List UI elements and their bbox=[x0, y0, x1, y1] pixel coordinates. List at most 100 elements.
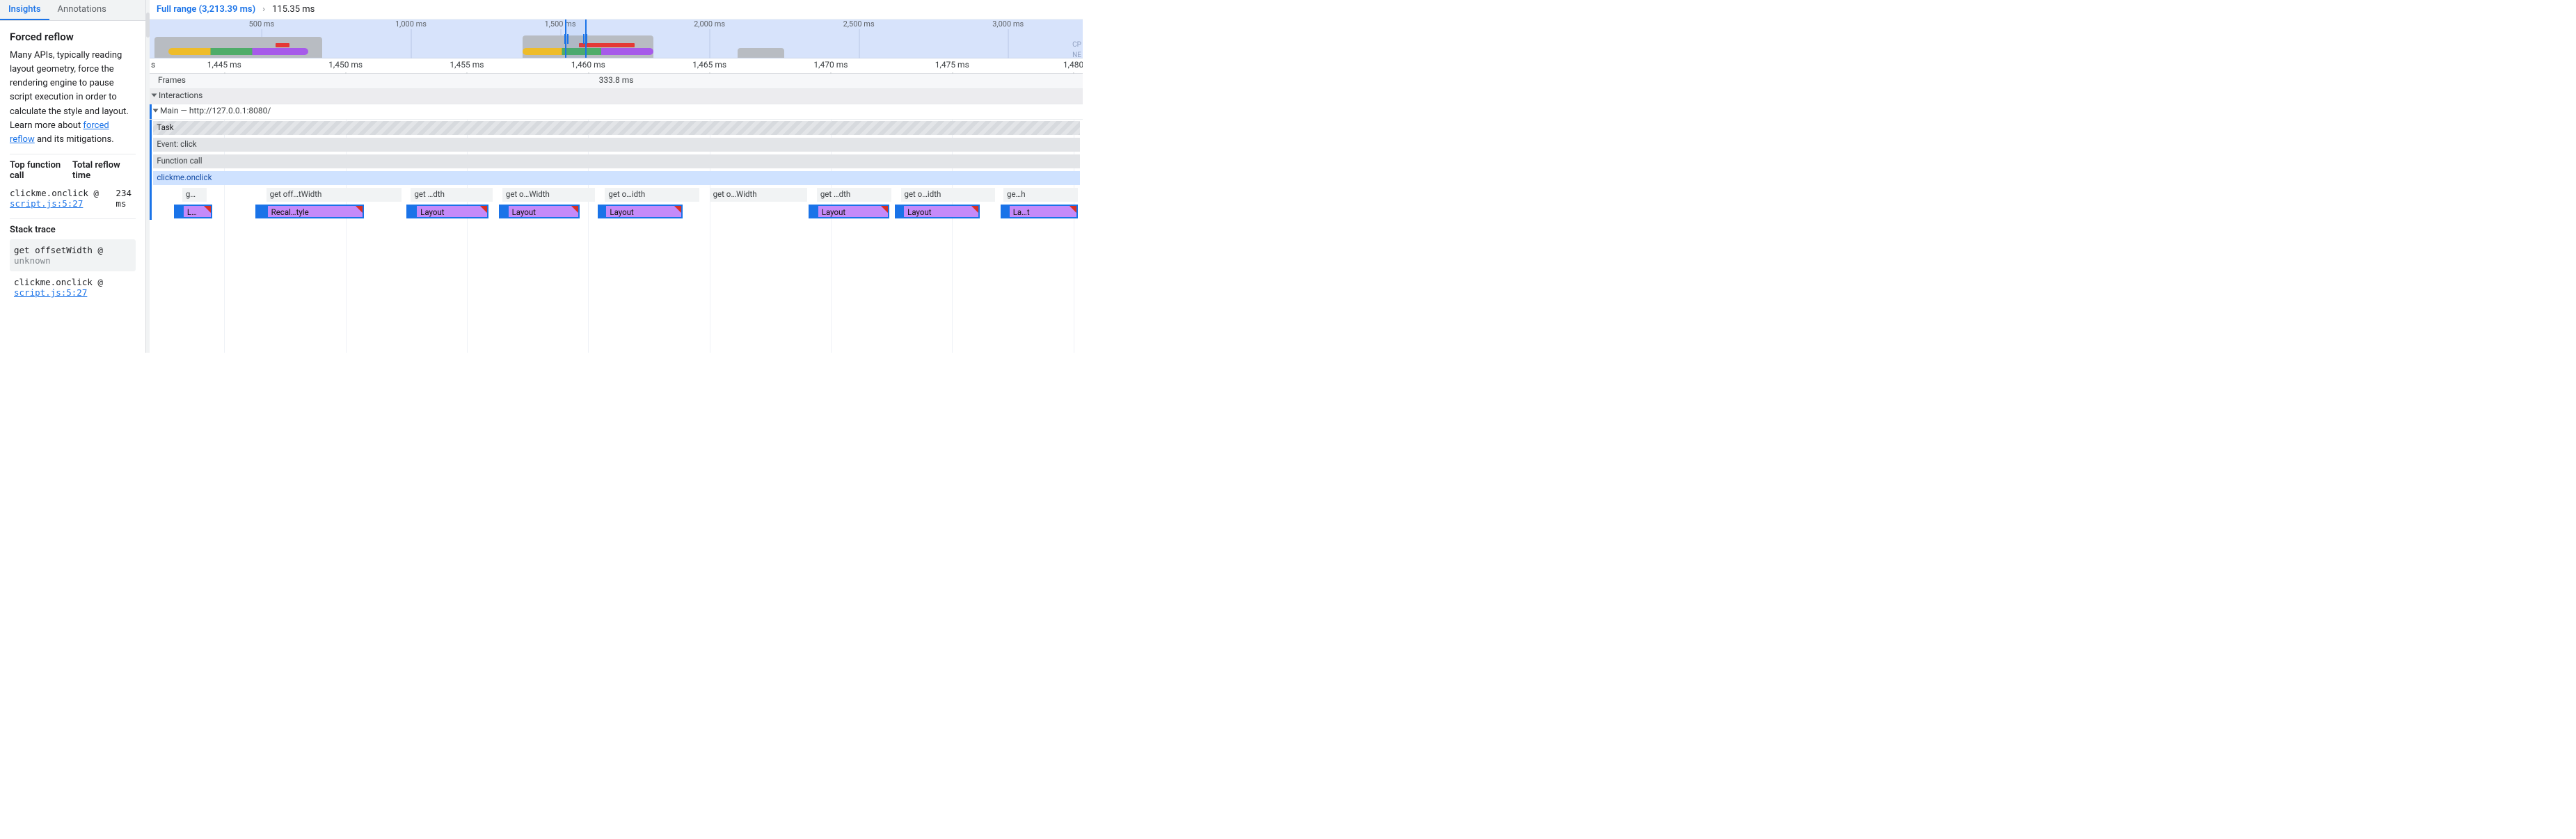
onclick-bar[interactable]: clickme.onclick bbox=[153, 171, 1080, 185]
layout-prelude-bar[interactable] bbox=[499, 205, 507, 218]
ruler-tick: 1,460 ms bbox=[571, 60, 605, 70]
frames-value: 333.8 ms bbox=[599, 75, 634, 85]
insight-body-prefix: Many APIs, typically reading layout geom… bbox=[10, 50, 129, 131]
long-task-corner-icon bbox=[204, 206, 211, 213]
stack-fn-name: get offsetWidth bbox=[14, 245, 93, 255]
main-label-text: Main — http://127.0.0.1:8080/ bbox=[160, 106, 271, 115]
at-symbol: @ bbox=[93, 188, 99, 198]
tab-annotations[interactable]: Annotations bbox=[49, 0, 115, 20]
layout-bar[interactable]: Recal…tyle bbox=[267, 205, 365, 218]
layout-prelude-bar[interactable] bbox=[598, 205, 605, 218]
layout-prelude-bar[interactable] bbox=[174, 205, 182, 218]
main-flame-lanes: Task Event: click Function call clickme.… bbox=[150, 120, 1083, 220]
overview-tick: 2,500 ms bbox=[843, 19, 875, 29]
timeline-panel: Full range (3,213.39 ms) › 115.35 ms 500… bbox=[150, 0, 1083, 353]
overview-tick: 1,000 ms bbox=[395, 19, 427, 29]
get-offsetwidth-bar[interactable]: get off…tWidth bbox=[267, 188, 401, 202]
chevron-right-icon: › bbox=[262, 4, 265, 15]
get-offsetwidth-bar[interactable]: g… bbox=[182, 188, 207, 202]
get-offsetwidth-bar[interactable]: get …dth bbox=[817, 188, 891, 202]
overview-cpu-label: CP bbox=[1072, 41, 1081, 49]
layout-prelude-bar[interactable] bbox=[895, 205, 903, 218]
layout-prelude-bar[interactable] bbox=[255, 205, 267, 218]
overview-grip-right[interactable] bbox=[582, 19, 589, 58]
interactions-track[interactable]: Interactions bbox=[150, 89, 1083, 104]
layout-bar[interactable]: Layout bbox=[605, 205, 682, 218]
layout-prelude-bar[interactable] bbox=[1001, 205, 1008, 218]
top-fn-location-link[interactable]: script.js:5:27 bbox=[10, 198, 83, 209]
timeline-overview[interactable]: 500 ms1,000 ms1,500 ms2,000 ms2,500 ms3,… bbox=[150, 19, 1083, 58]
insight-panel: Forced reflow Many APIs, typically readi… bbox=[0, 21, 145, 353]
breadcrumb-current-range[interactable]: 115.35 ms bbox=[272, 4, 315, 15]
insight-description: Many APIs, typically reading layout geom… bbox=[10, 49, 136, 147]
ruler-tick: 1,450 ms bbox=[328, 60, 363, 70]
long-task-corner-icon bbox=[480, 206, 487, 213]
stack-loc-link[interactable]: script.js:5:27 bbox=[14, 287, 87, 298]
top-fn-label: Top function call bbox=[10, 160, 72, 181]
interactions-label-text: Interactions bbox=[159, 90, 202, 100]
layout-bar[interactable]: L… bbox=[182, 205, 212, 218]
ruler-tick: 1,465 ms bbox=[692, 60, 726, 70]
disclosure-triangle-icon[interactable] bbox=[153, 109, 159, 113]
stack-trace-label: Stack trace bbox=[10, 225, 136, 235]
insight-body-suffix: and its mitigations. bbox=[35, 134, 114, 145]
layout-prelude-bar[interactable] bbox=[809, 205, 817, 218]
long-task-corner-icon bbox=[881, 206, 888, 213]
overview-line bbox=[168, 48, 308, 55]
top-fn-row: clickme.onclick @ script.js:5:27 234 ms bbox=[10, 185, 136, 211]
overview-long-task-marker bbox=[276, 43, 289, 47]
ruler-tick: 1,470 ms bbox=[813, 60, 848, 70]
function-call-bar[interactable]: Function call bbox=[153, 154, 1080, 168]
long-task-corner-icon bbox=[356, 206, 363, 213]
overview-selection-window[interactable] bbox=[565, 19, 587, 58]
overview-tick: 2,000 ms bbox=[694, 19, 725, 29]
total-reflow-value: 234 ms bbox=[116, 188, 136, 209]
main-track-label: Main — http://127.0.0.1:8080/ bbox=[154, 106, 275, 115]
disclosure-triangle-icon[interactable] bbox=[152, 94, 157, 97]
layout-bar[interactable]: Layout bbox=[817, 205, 890, 218]
get-offsetwidth-bar[interactable]: get o…idth bbox=[605, 188, 699, 202]
main-track-header[interactable]: Main — http://127.0.0.1:8080/ bbox=[150, 104, 1083, 120]
frames-track[interactable]: Frames 333.8 ms bbox=[150, 74, 1083, 89]
stack-frame[interactable]: get offsetWidth @ unknown bbox=[10, 239, 136, 271]
layout-bar[interactable]: Layout bbox=[903, 205, 980, 218]
at-symbol: @ bbox=[97, 245, 103, 255]
get-offsetwidth-bar[interactable]: get o…Width bbox=[502, 188, 595, 202]
main-track-indicator bbox=[150, 104, 152, 119]
long-task-corner-icon bbox=[971, 206, 978, 213]
layout-bar[interactable]: La…t bbox=[1008, 205, 1079, 218]
event-bar[interactable]: Event: click bbox=[153, 138, 1080, 152]
long-task-corner-icon bbox=[674, 206, 681, 213]
layout-bar[interactable]: Layout bbox=[415, 205, 488, 218]
total-reflow-label: Total reflow time bbox=[72, 160, 136, 181]
long-task-corner-icon bbox=[1070, 206, 1076, 213]
get-offsetwidth-bar[interactable]: get o…idth bbox=[901, 188, 995, 202]
stack-loc-unknown: unknown bbox=[14, 255, 51, 266]
task-bar[interactable]: Task bbox=[153, 121, 1080, 135]
top-fn-name: clickme.onclick bbox=[10, 188, 88, 198]
overview-tick: 3,000 ms bbox=[992, 19, 1024, 29]
get-offsetwidth-bar[interactable]: get …dth bbox=[411, 188, 493, 202]
sidebar-tabs: Insights Annotations bbox=[0, 0, 145, 21]
time-ruler[interactable]: s 1,445 ms1,450 ms1,455 ms1,460 ms1,465 … bbox=[150, 58, 1083, 74]
at-symbol: @ bbox=[97, 277, 103, 287]
ruler-tick: 1,445 ms bbox=[207, 60, 241, 70]
get-offsetwidth-bar[interactable]: ge…h bbox=[1003, 188, 1078, 202]
breadcrumb-full-range[interactable]: Full range (3,213.39 ms) bbox=[157, 4, 255, 15]
insights-sidebar: Insights Annotations Forced reflow Many … bbox=[0, 0, 146, 353]
frames-track-label: Frames bbox=[158, 75, 190, 85]
overview-grip-left[interactable] bbox=[563, 19, 570, 58]
ruler-tick: 1,475 ms bbox=[935, 60, 969, 70]
tab-insights[interactable]: Insights bbox=[0, 0, 49, 20]
stack-frame[interactable]: clickme.onclick @ script.js:5:27 bbox=[10, 271, 136, 303]
insight-title: Forced reflow bbox=[10, 31, 136, 43]
top-fn-header: Top function call Total reflow time bbox=[10, 160, 136, 181]
stack-fn-name: clickme.onclick bbox=[14, 277, 93, 287]
get-offsetwidth-bar[interactable]: get o…Width bbox=[710, 188, 808, 202]
range-breadcrumb: Full range (3,213.39 ms) › 115.35 ms bbox=[150, 0, 1083, 19]
interactions-track-label: Interactions bbox=[152, 90, 207, 100]
flame-chart[interactable]: Frames 333.8 ms Interactions Main — http… bbox=[150, 74, 1083, 353]
layout-bar[interactable]: Layout bbox=[507, 205, 580, 218]
long-task-corner-icon bbox=[571, 206, 578, 213]
layout-prelude-bar[interactable] bbox=[406, 205, 415, 218]
